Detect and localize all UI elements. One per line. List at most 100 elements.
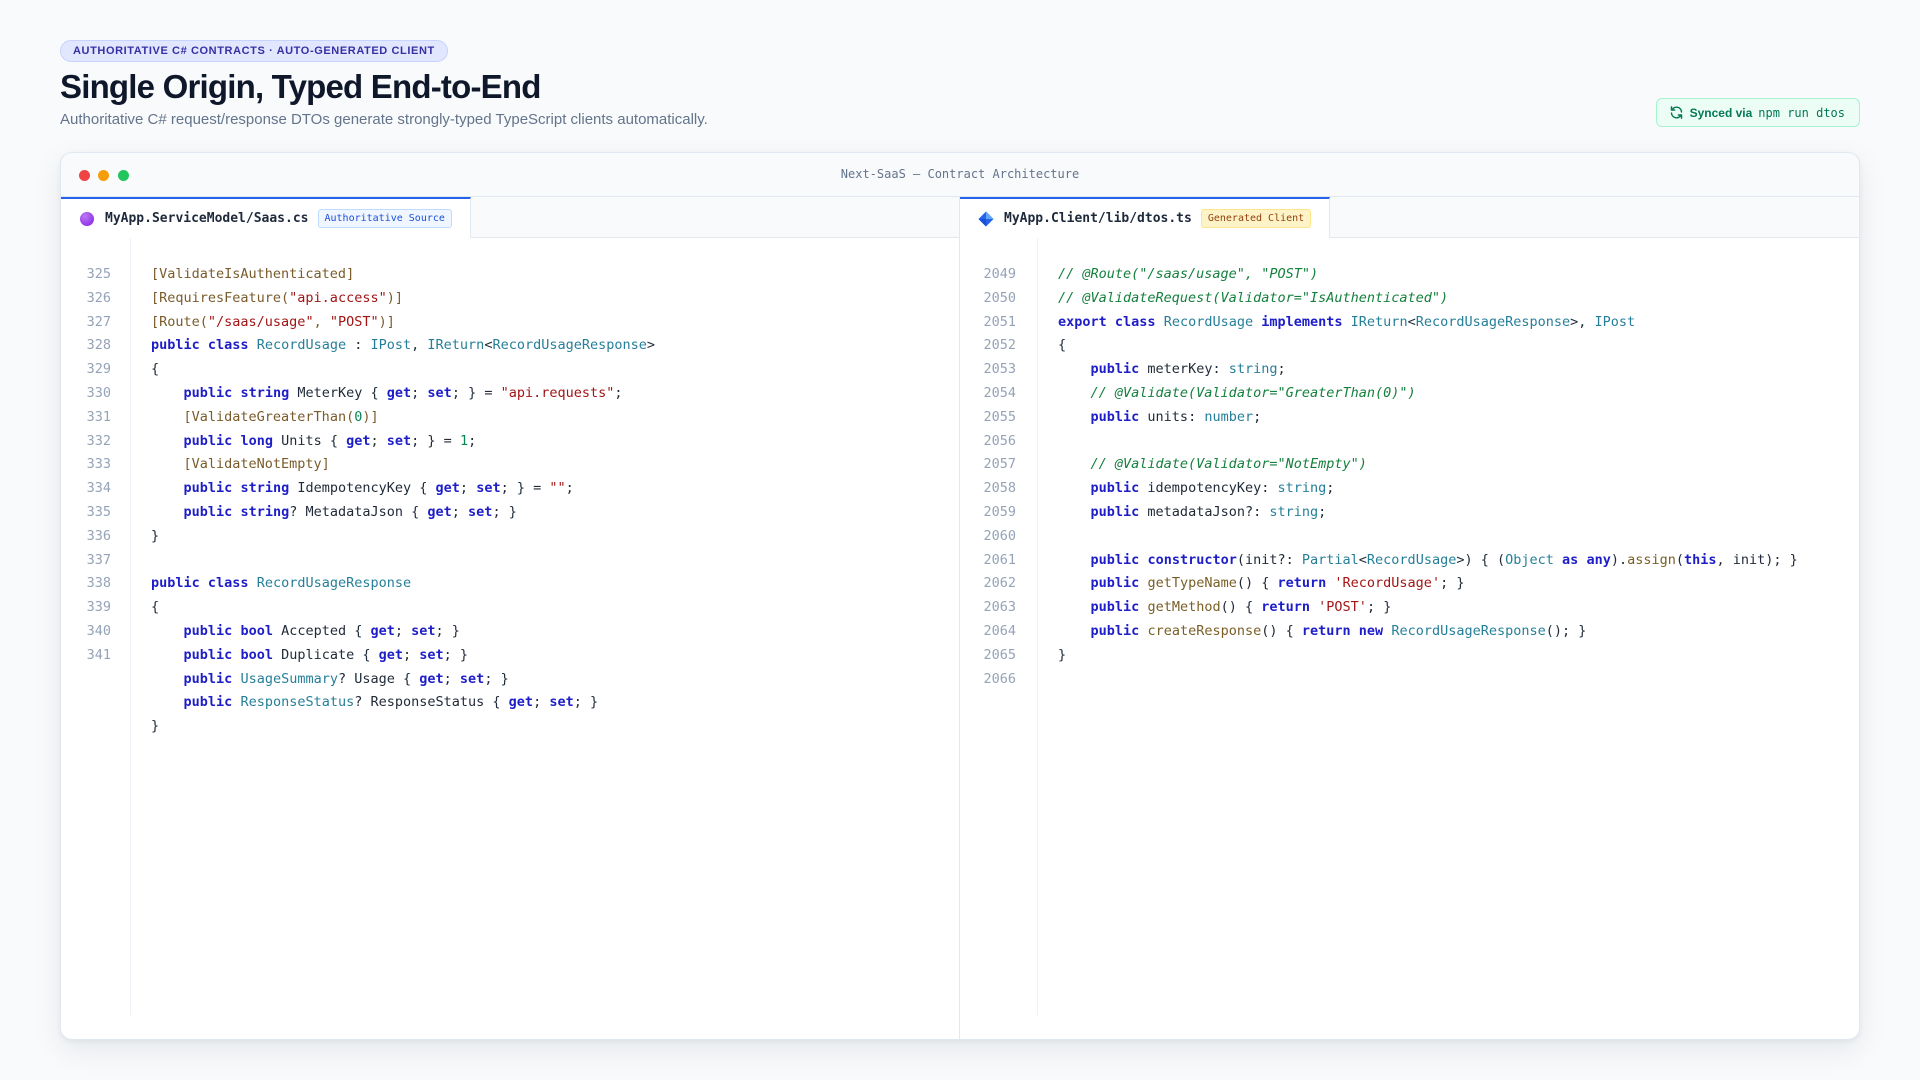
code-line: public bool Duplicate { get; set; } — [151, 644, 959, 668]
code-token: : — [346, 337, 371, 354]
code-token: ; } — [573, 694, 599, 711]
code-token: public — [151, 337, 200, 354]
code-token: ; — [533, 694, 550, 711]
right-line-numbers: 2049 2050 2051 2052 2053 2054 2055 2056 2057 2058… — [960, 238, 1038, 1015]
code-token: >) { ( — [1456, 551, 1506, 568]
code-token: return — [1277, 575, 1327, 592]
code-token: get — [386, 384, 412, 401]
code-token: public — [1090, 480, 1140, 497]
code-token: ; — [451, 503, 469, 520]
tab-dtos-ts[interactable]: MyApp.Client/lib/dtos.ts Generated Clien… — [960, 197, 1331, 238]
code-token: Object — [1505, 551, 1554, 568]
right-code-area[interactable]: 2049 2050 2051 2052 2053 2054 2055 2056 2057 2058… — [960, 238, 1859, 1039]
code-token: RecordUsage — [256, 337, 347, 354]
code-token: class — [207, 575, 249, 592]
code-line: export class RecordUsage implements IRet… — [1058, 311, 1859, 335]
code-token: any — [1586, 551, 1611, 568]
code-token: ; } — [1366, 599, 1392, 616]
code-window: Next-SaaS — Contract Architecture MyApp.… — [60, 152, 1860, 1040]
line-number: 2060 — [983, 527, 1016, 544]
code-line: { — [151, 358, 959, 382]
code-token: "/saas/usage" — [207, 313, 314, 330]
code-line: } — [151, 525, 959, 549]
line-number: 327 — [86, 313, 111, 330]
code-token: IReturn — [1350, 313, 1408, 330]
code-token: string — [1277, 480, 1327, 497]
right-filename: MyApp.Client/lib/dtos.ts — [1004, 211, 1192, 226]
tab-saas-cs[interactable]: MyApp.ServiceModel/Saas.cs Authoritative… — [61, 197, 471, 238]
code-token: public — [183, 503, 233, 520]
code-token: { — [151, 361, 160, 378]
code-line: public units: number; — [1058, 406, 1859, 430]
code-token: set — [468, 503, 493, 520]
code-token: public — [183, 646, 233, 663]
line-number: 2054 — [983, 384, 1016, 401]
code-line: { — [151, 596, 959, 620]
code-line: [ValidateIsAuthenticated] — [151, 263, 959, 287]
code-token: idempotencyKey: — [1139, 480, 1278, 497]
sync-label: Synced via — [1689, 105, 1753, 120]
code-token: public — [1090, 361, 1140, 378]
code-token: (init?: — [1236, 551, 1302, 568]
code-token: ResponseStatus — [240, 694, 355, 711]
left-code-area[interactable]: 325 326 327 328 329 330 331 332 333 334 335 336 337 3… — [61, 238, 959, 1039]
code-token: { — [151, 599, 160, 616]
line-number: 341 — [86, 646, 111, 663]
code-token: >, — [1570, 313, 1595, 330]
code-token: ; — [1277, 361, 1286, 378]
code-token: ; } = — [411, 432, 460, 449]
code-token: get — [508, 694, 534, 711]
code-token: Duplicate { — [272, 646, 379, 663]
code-token: [ValidateIsAuthenticated] — [151, 266, 355, 282]
code-token: get — [370, 622, 395, 639]
code-token: public — [183, 480, 233, 497]
eyebrow-badge: AUTHORITATIVE C# CONTRACTS · AUTO-GENERA… — [60, 40, 448, 62]
code-token: ? Usage { — [337, 670, 420, 687]
code-token: < — [1407, 313, 1416, 330]
code-line: public string? MetadataJson { get; set; … — [151, 501, 959, 525]
code-token: // @Validate(Validator="GreaterThan(0)") — [1090, 384, 1416, 401]
csharp-file-icon — [80, 211, 94, 226]
line-number: 2057 — [983, 456, 1016, 473]
code-token: RecordUsage — [1163, 313, 1254, 330]
code-token: } — [1058, 646, 1067, 663]
typescript-pane: MyApp.Client/lib/dtos.ts Generated Clien… — [960, 197, 1859, 1039]
code-line: public string MeterKey { get; set; } = "… — [151, 382, 959, 406]
generated-client-tag: Generated Client — [1200, 209, 1312, 228]
code-token: // @Route("/saas/usage", "POST") — [1058, 266, 1319, 282]
line-number: 2063 — [983, 599, 1016, 616]
code-line: public constructor(init?: Partial<Record… — [1058, 549, 1859, 573]
line-number: 336 — [86, 527, 111, 544]
code-token: set — [549, 694, 574, 711]
code-token: RecordUsage — [1366, 551, 1457, 568]
editor-panes: MyApp.ServiceModel/Saas.cs Authoritative… — [61, 197, 1859, 1039]
code-line: public bool Accepted { get; set; } — [151, 620, 959, 644]
code-line: public class RecordUsage : IPost, IRetur… — [151, 334, 959, 358]
code-token: export — [1058, 313, 1107, 330]
code-token: Partial — [1301, 551, 1359, 568]
code-token: ; } — [443, 646, 469, 663]
refresh-icon — [1670, 106, 1682, 119]
window-title: Next-SaaS — Contract Architecture — [840, 167, 1080, 181]
code-token: ; — [370, 432, 387, 449]
code-line: public class RecordUsageResponse — [151, 572, 959, 596]
code-token: public — [183, 432, 233, 449]
code-token: Units { — [272, 432, 347, 449]
code-token: get — [419, 670, 444, 687]
line-number: 334 — [86, 480, 111, 497]
code-token: () { — [1236, 575, 1278, 592]
